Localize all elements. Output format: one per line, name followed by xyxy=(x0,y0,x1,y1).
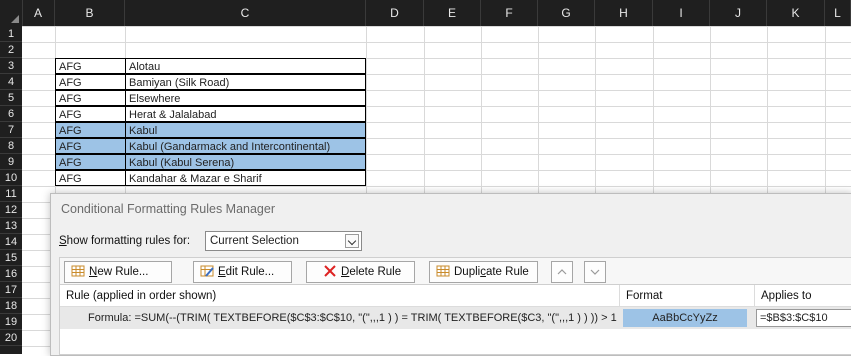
row-header[interactable]: 7 xyxy=(0,122,22,138)
row-header[interactable]: 19 xyxy=(0,314,22,330)
cell-c10[interactable]: Kandahar & Mazar e Sharif xyxy=(125,170,366,186)
row-header[interactable]: 15 xyxy=(0,250,22,266)
column-header-bar: A B C D E F G H I J K L xyxy=(0,0,851,26)
row-header[interactable]: 13 xyxy=(0,218,22,234)
cell-b3[interactable]: AFG xyxy=(55,58,126,74)
cell-c5[interactable]: Elsewhere xyxy=(125,90,366,106)
new-rule-button[interactable]: New Rule... xyxy=(64,261,172,283)
duplicate-rule-label-pre: Dupli xyxy=(454,266,481,278)
delete-rule-button[interactable]: Delete Rule xyxy=(306,261,415,283)
row-header[interactable]: 20 xyxy=(0,330,22,346)
column-header-k[interactable]: K xyxy=(767,0,825,26)
row-header[interactable]: 8 xyxy=(0,138,22,154)
edit-rule-label: dit Rule... xyxy=(225,266,275,278)
rule-formula-text: Formula: =SUM(--(TRIM( TEXTBEFORE($C$3:$… xyxy=(88,312,617,324)
conditional-formatting-dialog: Conditional Formatting Rules Manager Sho… xyxy=(50,193,851,356)
column-header-d[interactable]: D xyxy=(366,0,424,26)
new-rule-icon xyxy=(71,265,85,277)
row-header[interactable]: 6 xyxy=(0,106,22,122)
move-down-button[interactable] xyxy=(584,261,606,283)
rules-scope-value: Current Selection xyxy=(210,235,299,247)
cell-b7[interactable]: AFG xyxy=(55,122,126,138)
cell-b9[interactable]: AFG xyxy=(55,154,126,170)
rule-row[interactable]: Formula: =SUM(--(TRIM( TEXTBEFORE($C$3:$… xyxy=(60,307,851,329)
cell-b6[interactable]: AFG xyxy=(55,106,126,122)
row-header[interactable]: 17 xyxy=(0,282,22,298)
show-rules-label: Show formatting rules for: xyxy=(59,235,190,247)
column-header-g[interactable]: G xyxy=(538,0,595,26)
new-rule-label: ew Rule... xyxy=(97,266,149,278)
row-header[interactable]: 11 xyxy=(0,186,22,202)
row-header[interactable]: 18 xyxy=(0,298,22,314)
edit-rule-icon xyxy=(200,265,214,277)
show-rules-accesskey: S xyxy=(59,235,67,247)
edit-rule-button[interactable]: Edit Rule... xyxy=(193,261,292,283)
cell-b8[interactable]: AFG xyxy=(55,138,126,154)
dialog-title: Conditional Formatting Rules Manager xyxy=(61,202,275,216)
chevron-down-icon[interactable] xyxy=(345,234,359,248)
chevron-down-icon xyxy=(590,269,600,275)
cell-c4[interactable]: Bamiyan (Silk Road) xyxy=(125,74,366,90)
cell-c7[interactable]: Kabul xyxy=(125,122,366,138)
edit-rule-accesskey: E xyxy=(218,266,226,278)
column-header-b[interactable]: B xyxy=(55,0,125,26)
column-header-i[interactable]: I xyxy=(653,0,710,26)
delete-rule-label: elete Rule xyxy=(349,266,402,278)
row-header[interactable]: 1 xyxy=(0,26,22,42)
row-header[interactable]: 14 xyxy=(0,234,22,250)
column-header-a[interactable]: A xyxy=(22,0,55,26)
row-header[interactable]: 2 xyxy=(0,42,22,58)
cell-c6[interactable]: Herat & Jalalabad xyxy=(125,106,366,122)
column-header-j[interactable]: J xyxy=(710,0,767,26)
duplicate-rule-label-rest: ate Rule xyxy=(485,266,529,278)
row-header[interactable]: 5 xyxy=(0,90,22,106)
select-all-corner[interactable] xyxy=(0,0,23,26)
row-header[interactable]: 16 xyxy=(0,266,22,282)
rules-list[interactable]: Rule (applied in order shown) Format App… xyxy=(59,284,851,355)
applies-to-field[interactable]: =$B$3:$C$10 xyxy=(756,309,851,327)
move-up-button[interactable] xyxy=(551,261,573,283)
row-header[interactable]: 9 xyxy=(0,154,22,170)
row-header[interactable]: 10 xyxy=(0,170,22,186)
cell-c3[interactable]: Alotau xyxy=(125,58,366,74)
column-header-f[interactable]: F xyxy=(481,0,538,26)
cell-b10[interactable]: AFG xyxy=(55,170,126,186)
row-header-bar: 1 2 3 4 5 6 7 8 9 10 11 12 13 14 15 16 1… xyxy=(0,26,22,354)
duplicate-rule-button[interactable]: Duplicate Rule xyxy=(429,261,538,283)
row-header[interactable]: 3 xyxy=(0,58,22,74)
rules-scope-select[interactable]: Current Selection xyxy=(205,231,362,251)
column-header-l[interactable]: L xyxy=(825,0,851,26)
applies-to-column-header[interactable]: Applies to xyxy=(755,285,851,307)
delete-icon xyxy=(324,265,336,277)
row-header[interactable]: 12 xyxy=(0,202,22,218)
cell-b5[interactable]: AFG xyxy=(55,90,126,106)
column-header-e[interactable]: E xyxy=(424,0,481,26)
cell-c9[interactable]: Kabul (Kabul Serena) xyxy=(125,154,366,170)
column-header-h[interactable]: H xyxy=(595,0,653,26)
cell-b4[interactable]: AFG xyxy=(55,74,126,90)
chevron-up-icon xyxy=(557,269,567,275)
rule-column-header[interactable]: Rule (applied in order shown) xyxy=(60,285,620,307)
format-preview: AaBbCcYyZz xyxy=(623,309,747,327)
cell-c8[interactable]: Kabul (Gandarmack and Intercontinental) xyxy=(125,138,366,154)
column-header-c[interactable]: C xyxy=(125,0,366,26)
row-header[interactable]: 4 xyxy=(0,74,22,90)
rules-toolbar: New Rule... Edit Rule... Delete Rule Dup… xyxy=(59,257,851,285)
show-rules-label-text: how formatting rules for: xyxy=(66,235,191,247)
duplicate-rule-icon xyxy=(436,265,450,277)
format-column-header[interactable]: Format xyxy=(620,285,755,307)
